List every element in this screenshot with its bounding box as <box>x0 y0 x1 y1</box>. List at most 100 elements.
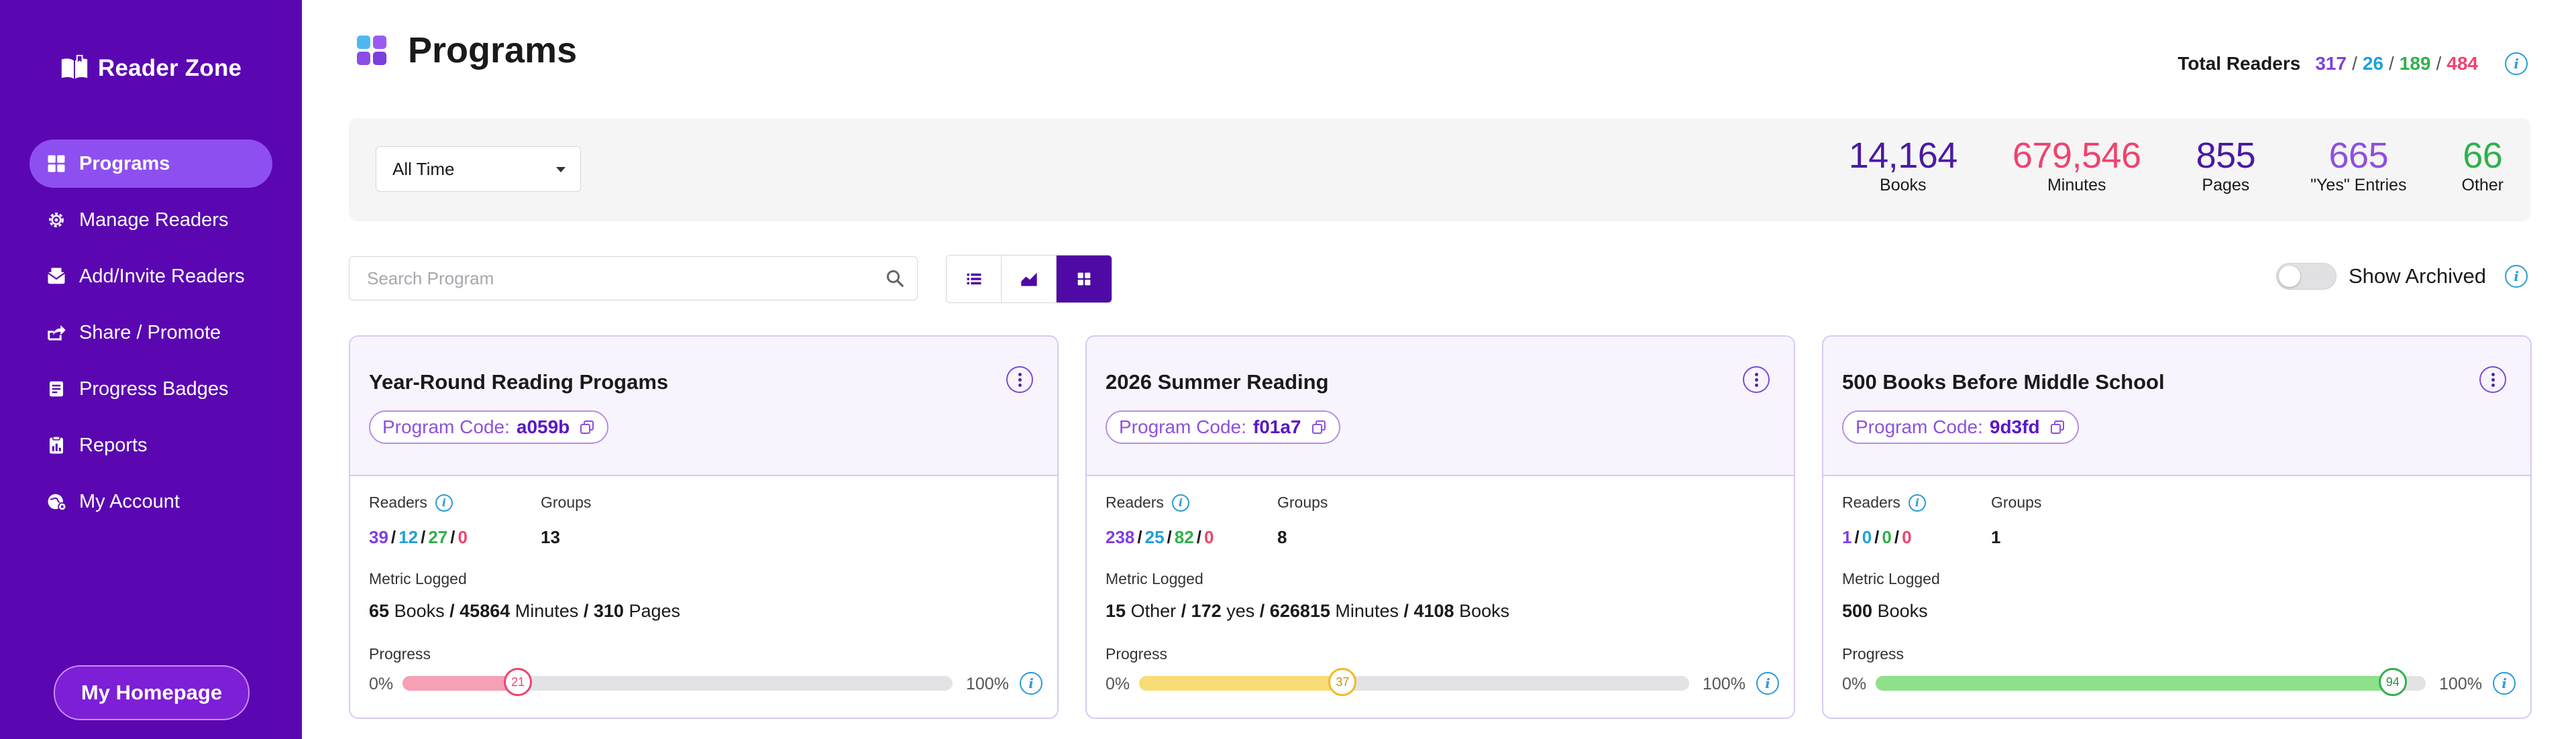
search-input[interactable] <box>366 267 878 290</box>
separator: / <box>1894 527 1900 547</box>
program-code-pill[interactable]: Program Code: 9d3fd <box>1842 410 2079 444</box>
sidebar-item-manage-readers[interactable]: Manage Readers <box>30 196 272 244</box>
progress-label: Progress <box>1842 645 1904 663</box>
info-icon[interactable]: i <box>2505 52 2528 75</box>
copy-icon[interactable] <box>1311 419 1327 435</box>
readers-count-4: 0 <box>458 527 468 547</box>
sidebar-item-my-account[interactable]: My Account <box>30 477 272 526</box>
metric-unit: yes <box>1226 601 1255 621</box>
grid-icon <box>1077 272 1091 286</box>
stat-value: 14,164 <box>1848 135 1958 176</box>
info-icon[interactable]: i <box>1020 672 1042 695</box>
readers-count-4: 0 <box>1902 527 1912 547</box>
brand-logo[interactable]: Reader Zone <box>59 51 241 86</box>
progress-value: 94 <box>2378 668 2407 696</box>
time-range-select[interactable]: All Time <box>376 146 581 192</box>
groups-count: 13 <box>541 527 560 547</box>
info-icon[interactable]: i <box>1908 494 1926 512</box>
sidebar: Reader Zone Programs Manage Readers Add/… <box>0 0 302 739</box>
grid-view-button[interactable] <box>1057 255 1112 302</box>
program-code: 9d3fd <box>1989 416 2040 437</box>
info-icon[interactable]: i <box>2505 265 2528 288</box>
search-icon[interactable] <box>885 268 905 288</box>
account-icon <box>46 491 67 512</box>
info-icon[interactable]: i <box>2493 672 2516 695</box>
sidebar-item-label: Manage Readers <box>79 209 229 231</box>
stat-label: Other <box>2461 176 2504 194</box>
report-icon <box>46 435 67 456</box>
readers-counts: 1/0/0/0 <box>1842 527 1912 548</box>
show-archived-toggle[interactable] <box>2275 263 2337 290</box>
readers-count-3: 27 <box>428 527 448 547</box>
stat-label: Minutes <box>2047 176 2106 194</box>
progress-bar: 0% 37 100% i <box>1106 668 1779 701</box>
total-readers-value-3: 189 <box>2399 53 2431 74</box>
stat-label: Pages <box>2202 176 2250 194</box>
sidebar-item-share-promote[interactable]: Share / Promote <box>30 308 272 357</box>
list-view-button[interactable] <box>947 255 1002 302</box>
info-icon[interactable]: i <box>1171 494 1189 512</box>
progress-fill <box>402 676 519 691</box>
metric-unit: Other <box>1130 601 1177 621</box>
sidebar-item-label: Add/Invite Readers <box>79 265 245 287</box>
progress-track: 21 <box>402 668 953 696</box>
sidebar-item-label: Share / Promote <box>79 321 221 343</box>
stat-minutes: 679,546 Minutes <box>2012 137 2141 195</box>
separator: / <box>390 527 396 547</box>
more-options-icon[interactable] <box>2479 366 2506 393</box>
metric-logged-label: Metric Logged <box>1106 570 1203 587</box>
separator: / <box>421 527 426 547</box>
separator: / <box>1403 601 1409 621</box>
progress-track: 37 <box>1139 668 1689 696</box>
program-code-pill[interactable]: Program Code: a059b <box>369 410 609 444</box>
copy-icon[interactable] <box>579 419 595 435</box>
my-homepage-button[interactable]: My Homepage <box>54 665 250 720</box>
sidebar-item-progress-badges[interactable]: Progress Badges <box>30 365 272 413</box>
groups-label: Groups <box>1991 494 2042 511</box>
more-options-icon[interactable] <box>1743 366 1770 393</box>
card-header: 500 Books Before Middle School Program C… <box>1823 337 2530 476</box>
card-body: Readers i Groups 39/12/27/0 13 Metric Lo… <box>350 476 1057 718</box>
progress-value: 37 <box>1328 668 1357 696</box>
metric-logged-value: 65 Books / 45864 Minutes / 310 Pages <box>369 601 680 622</box>
open-book-icon <box>61 54 88 79</box>
readers-count-4: 0 <box>1203 527 1214 547</box>
total-readers: Total Readers 317 / 26 / 189 / 484 i <box>2178 52 2528 75</box>
readers-count-3: 0 <box>1882 527 1892 547</box>
more-options-icon[interactable] <box>1006 366 1033 393</box>
metric-unit: Pages <box>629 601 680 621</box>
card-header: 2026 Summer Reading Program Code: f01a7 <box>1087 337 1794 476</box>
sidebar-item-reports[interactable]: Reports <box>30 421 272 469</box>
show-archived-label: Show Archived <box>2348 264 2486 288</box>
readers-count-2: 25 <box>1144 527 1165 547</box>
info-icon[interactable]: i <box>435 494 453 512</box>
sidebar-item-programs[interactable]: Programs <box>30 139 272 188</box>
total-readers-value-1: 317 <box>2315 53 2347 74</box>
progress-max-label: 100% <box>1703 675 1746 693</box>
progress-bar: 0% 94 100% i <box>1842 668 2516 701</box>
stat-label: "Yes" Entries <box>2310 176 2407 194</box>
stat-value: 855 <box>2196 135 2256 176</box>
groups-label: Groups <box>541 494 592 511</box>
program-code-pill[interactable]: Program Code: f01a7 <box>1106 410 1340 444</box>
search-box <box>349 256 918 300</box>
stat-pages: 855 Pages <box>2196 137 2256 195</box>
progress-max-label: 100% <box>2439 675 2482 693</box>
brand-name: Reader Zone <box>98 55 242 81</box>
groups-count: 1 <box>1991 527 2001 547</box>
program-card: 500 Books Before Middle School Program C… <box>1822 335 2532 719</box>
progress-label: Progress <box>1106 645 1168 663</box>
envelope-icon <box>46 266 67 287</box>
view-mode-toggle <box>946 255 1112 303</box>
sidebar-item-add-invite-readers[interactable]: Add/Invite Readers <box>30 252 272 300</box>
progress-fill <box>1876 676 2393 691</box>
sidebar-item-label: Progress Badges <box>79 378 229 400</box>
info-icon[interactable]: i <box>1756 672 1779 695</box>
sidebar-nav: Programs Manage Readers Add/Invite Reade… <box>30 139 272 534</box>
total-readers-label: Total Readers <box>2178 53 2301 74</box>
chart-view-button[interactable] <box>1002 255 1057 302</box>
separator: / <box>1259 601 1265 621</box>
readers-count-2: 12 <box>398 527 419 547</box>
copy-icon[interactable] <box>2049 419 2065 435</box>
program-card: Year-Round Reading Progams Program Code:… <box>349 335 1059 719</box>
